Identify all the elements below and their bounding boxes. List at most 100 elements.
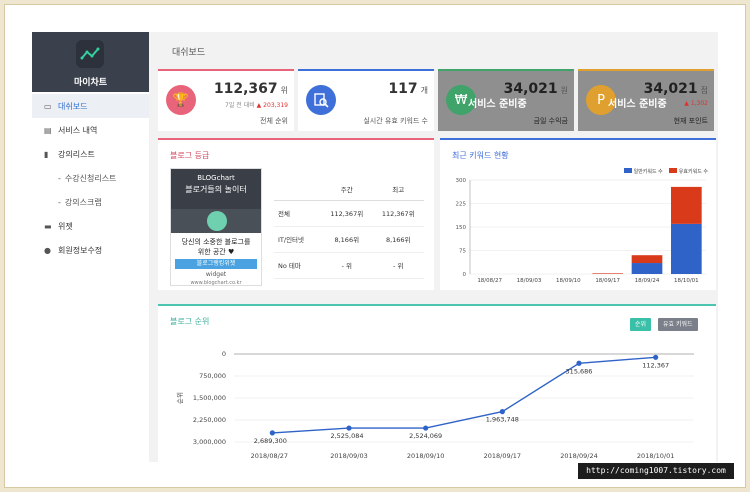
y-tick-label: 0	[463, 272, 467, 278]
data-label: 2,689,300	[254, 437, 287, 445]
sidebar: 마이차트 ▭ 대쉬보드 ▤ 서비스 내역 ▮ 강의리스트 - 수강신청리스트 -…	[32, 32, 149, 462]
data-label: 2,525,084	[330, 432, 363, 440]
x-tick-label: 2018/09/24	[560, 452, 597, 460]
sidebar-item-label: 수강신청리스트	[64, 173, 117, 183]
y-tick-label: 3,000,000	[193, 438, 226, 446]
sidebar-item-label: 강의스크랩	[64, 197, 102, 207]
x-tick-label: 2018/09/10	[407, 452, 444, 460]
brand[interactable]: 마이차트	[32, 32, 149, 92]
handshake-icon	[171, 209, 261, 233]
table-cell: No 테마	[274, 252, 322, 279]
sidebar-item-lecture-scrap[interactable]: - 강의스크랩	[32, 190, 149, 214]
sidebar-item-label: 회원정보수정	[58, 245, 103, 255]
blog-grade-panel: 블로그 등급 BLOGchart 블로거들의 놀이터 당신의 소중한 블로그를 …	[158, 138, 434, 290]
blog-ranking-widget-button[interactable]: 블로그랭킹위젯	[175, 259, 257, 269]
bar	[670, 223, 702, 274]
y-tick-label: 225	[456, 202, 467, 208]
bullet-dash: -	[58, 173, 61, 183]
x-tick-label: 18/08/27	[477, 278, 502, 284]
sidebar-item-label: 위젯	[58, 221, 73, 231]
bar	[592, 273, 624, 274]
chart-logo-icon	[76, 40, 104, 68]
sidebar-item-edit-profile[interactable]: ● 회원정보수정	[32, 238, 149, 262]
x-tick-label: 18/10/01	[674, 278, 699, 284]
table-cell: 전체	[274, 200, 322, 227]
sidebar-item-service-history[interactable]: ▤ 서비스 내역	[32, 118, 149, 142]
rank-table: 주간 최고 전체 112,367위 112,367위 IT/인터넷 8,166위…	[274, 178, 424, 279]
trophy-icon: 🏆	[166, 85, 196, 115]
sidebar-item-label: 서비스 내역	[58, 125, 98, 135]
table-cell: 112,367위	[372, 200, 424, 227]
data-label: 1,963,748	[486, 416, 519, 424]
panel-title: 블로그 등급	[170, 151, 210, 160]
blogchart-widget[interactable]: BLOGchart 블로거들의 놀이터 당신의 소중한 블로그를 위한 공간 ♥…	[170, 168, 262, 286]
rank-line-chart: 0 750,000 1,500,000 2,250,000 3,000,000 순위 2,6…	[176, 350, 694, 460]
sidebar-item-dashboard[interactable]: ▭ 대쉬보드	[32, 94, 149, 118]
widget-message-line: 위한 공간 ♥	[197, 248, 235, 256]
document-search-icon	[306, 85, 336, 115]
sidebar-item-widget[interactable]: ▬ 위젯	[32, 214, 149, 238]
data-point	[576, 360, 582, 366]
sidebar-item-label: 강의리스트	[58, 149, 95, 159]
sidebar-item-enrollment-list[interactable]: - 수강신청리스트	[32, 166, 149, 190]
app-window: 마이차트 ▭ 대쉬보드 ▤ 서비스 내역 ▮ 강의리스트 - 수강신청리스트 -…	[32, 32, 718, 462]
table-header-row: 주간 최고	[274, 178, 424, 201]
widget-url: www.blogchart.co.kr	[190, 280, 242, 286]
series-line	[272, 356, 656, 434]
data-point	[346, 425, 352, 431]
x-tick-label: 2018/10/01	[637, 452, 674, 460]
watermark: http://coming1007.tistory.com	[578, 463, 734, 479]
stat-sub: ▲ 1,302	[684, 100, 708, 107]
y-tick-label: 1,500,000	[193, 394, 226, 402]
table-cell: - 위	[372, 252, 424, 279]
data-label: 2,524,069	[409, 432, 442, 440]
column-header: 주간	[321, 178, 373, 201]
brand-name: 마이차트	[73, 78, 108, 88]
bullet-dash: -	[58, 197, 61, 207]
y-tick-label: 150	[456, 225, 467, 231]
page-title: 대쉬보드	[172, 48, 206, 58]
table-cell: 8,166위	[372, 226, 424, 253]
column-header: 최고	[372, 178, 424, 201]
globe-icon	[207, 211, 227, 231]
widget-icon: ▬	[44, 221, 52, 231]
data-point	[269, 430, 275, 436]
data-label: 315,686	[566, 367, 593, 375]
column-header	[274, 178, 322, 201]
x-tick-label: 2018/09/17	[484, 452, 521, 460]
x-tick-label: 2018/09/03	[330, 452, 367, 460]
blog-rank-panel: 블로그 순위 순위 유효 키워드 0 750,000 1,500,000 2,250,…	[158, 304, 716, 462]
user-icon: ●	[44, 245, 51, 255]
x-tick-label: 18/09/17	[595, 278, 620, 284]
y-tick-label: 750,000	[199, 372, 226, 380]
widget-label: widget	[205, 271, 227, 278]
keyword-status-panel: 최근 키워드 현황 일반키워드 수 유효키워드 수 0 75 150 225 300 18…	[440, 138, 716, 290]
y-tick-label: 300	[456, 178, 467, 184]
table-cell: IT/인터넷	[274, 226, 322, 253]
data-label: 112,367	[642, 361, 669, 369]
stat-card-points: P 34,021 점 ▲ 1,302 서비스 준비중 현재 포인트	[578, 69, 714, 131]
stat-label: 전체 순위	[260, 117, 288, 125]
table-cell: - 위	[321, 252, 373, 279]
stat-card-revenue: ₩ 34,021 원 서비스 준비중 금일 수익금	[438, 69, 574, 131]
x-tick-label: 18/09/10	[556, 278, 581, 284]
stat-card-keywords: 117 개 실시간 유효 키워드 수	[298, 69, 434, 131]
stat-sub: 7일 전 대비 ▲ 203,319	[225, 102, 288, 109]
bar	[631, 255, 663, 264]
coming-soon-overlay: 서비스 준비중	[608, 99, 667, 110]
stat-label: 금일 수익금	[533, 117, 568, 125]
widget-header: BLOGchart 블로거들의 놀이터	[171, 169, 261, 209]
y-axis-label: 순위	[176, 392, 184, 404]
table-cell: 112,367위	[321, 200, 373, 227]
sidebar-nav: ▭ 대쉬보드 ▤ 서비스 내역 ▮ 강의리스트 - 수강신청리스트 - 강의스크…	[32, 94, 149, 262]
x-tick-label: 2018/08/27	[251, 452, 288, 460]
sidebar-item-lecture-list[interactable]: ▮ 강의리스트	[32, 142, 149, 166]
stat-value: 112,367 위	[213, 81, 288, 97]
sidebar-item-label: 대쉬보드	[58, 101, 88, 111]
table-row: 전체 112,367위 112,367위	[274, 200, 424, 227]
book-icon: ▮	[44, 149, 49, 159]
coming-soon-overlay: 서비스 준비중	[468, 99, 527, 110]
x-tick-label: 18/09/24	[635, 278, 660, 284]
keyword-bar-chart: 0 75 150 225 300 18/08/27 18/09/03 18/09/10 18/0…	[456, 178, 706, 284]
stat-value: 117 개	[388, 81, 428, 97]
